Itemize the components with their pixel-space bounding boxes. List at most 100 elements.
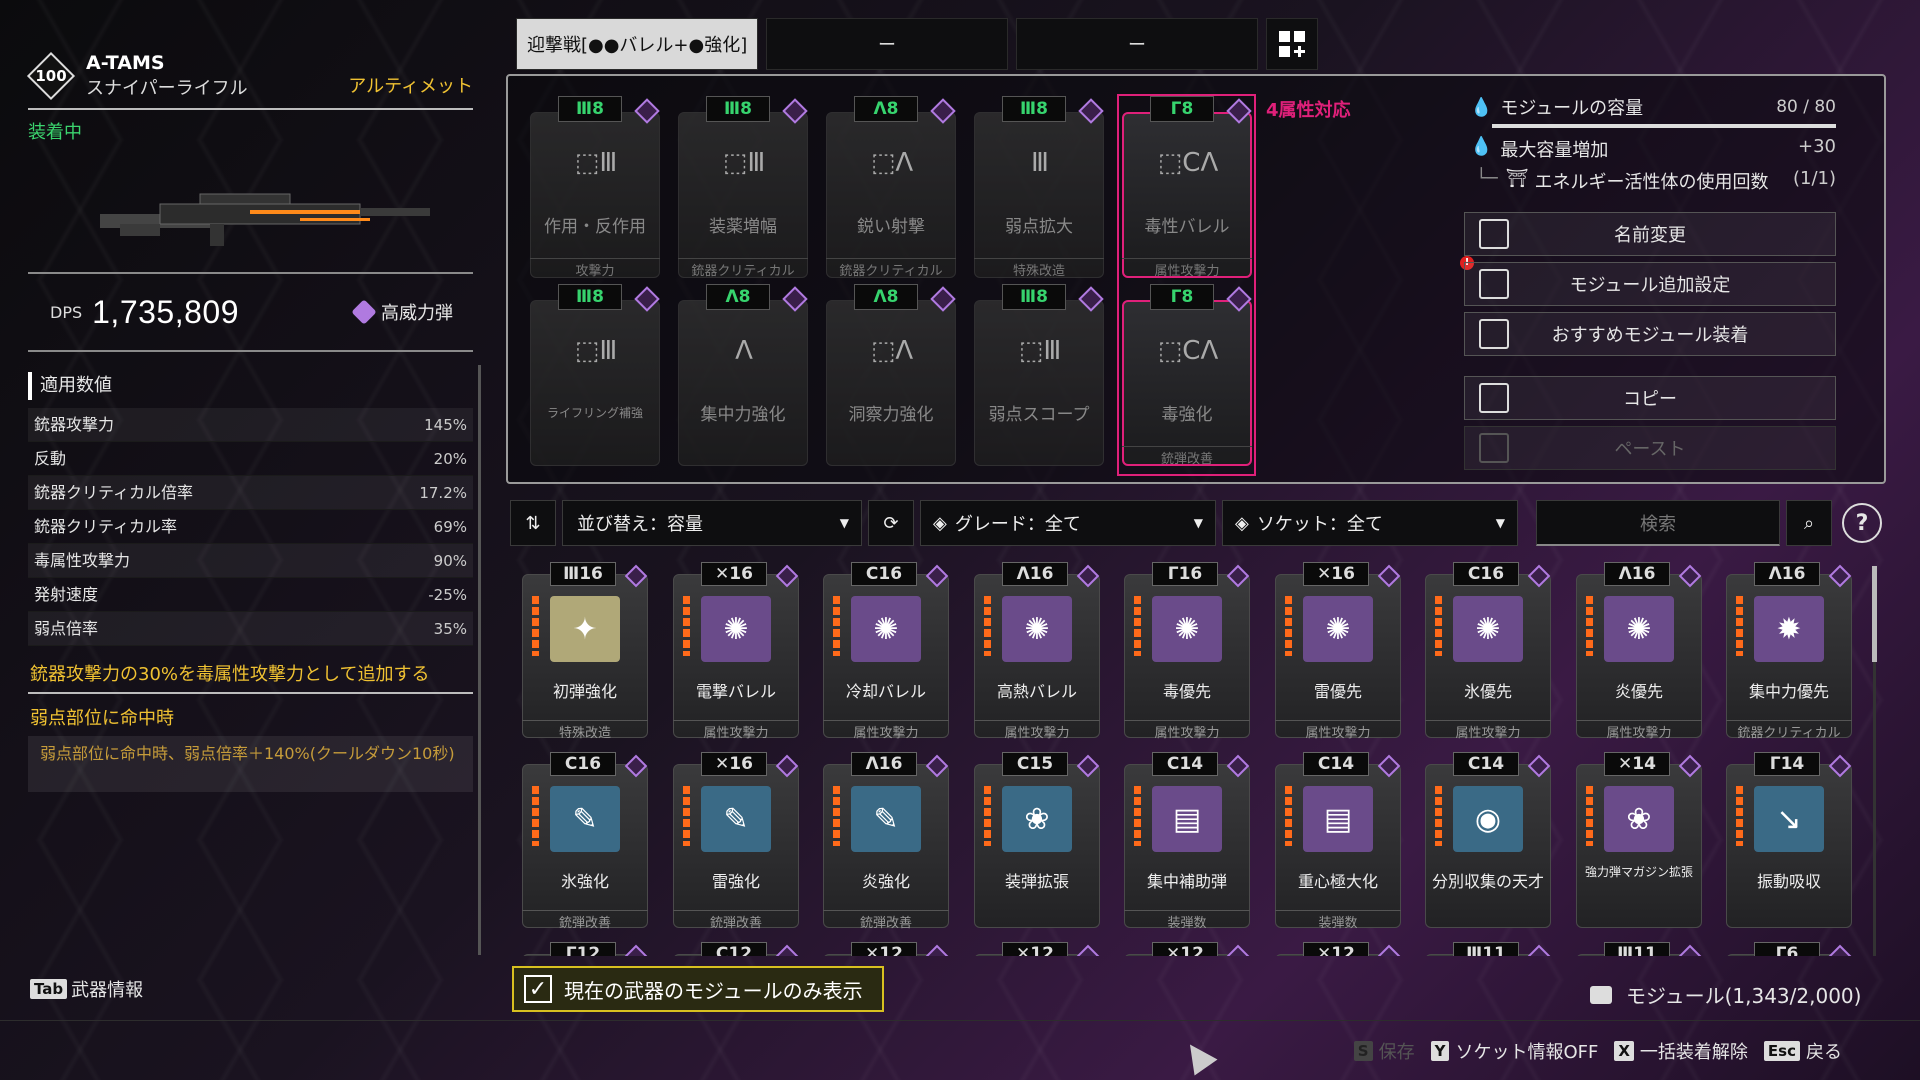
copy-icon: [1479, 383, 1509, 413]
equipped-module-slot[interactable]: Λ8 Λ 集中力強化: [674, 284, 814, 468]
capacity-title: モジュールの容量: [1500, 98, 1644, 119]
module-capacity: Γ16: [1152, 562, 1218, 586]
socket-symbol-icon: ⬚Ⅲ: [574, 148, 618, 178]
module-type: 装弾数: [1124, 910, 1250, 931]
inventory-module[interactable]: ✕12: [972, 940, 1102, 956]
inventory-scrollbar[interactable]: [1872, 566, 1877, 662]
equipped-module-slot[interactable]: Λ8 ⬚Λ 洞察力強化: [822, 284, 962, 468]
preset-tabs: 迎撃戦[●●バレル+●強化] ー ー: [516, 18, 1318, 70]
equipped-module-slot[interactable]: Λ8 ⬚Λ 鋭い射撃 銃器クリティカル: [822, 96, 962, 280]
socket-dropdown[interactable]: ◈ ソケット：全て ▼: [1222, 500, 1518, 546]
module-capacity: Γ14: [1754, 752, 1820, 776]
socket-info-hint[interactable]: Y ソケット情報OFF: [1430, 1038, 1598, 1064]
search-input[interactable]: 検索: [1536, 500, 1780, 546]
inventory-module[interactable]: ✕16 ✺ 電撃バレル 属性攻撃力: [671, 560, 801, 741]
back-hint[interactable]: Esc 戻る: [1763, 1038, 1842, 1064]
socket-diamond-icon: [1527, 944, 1551, 956]
stat-row: 銃器攻撃力 145%: [28, 408, 473, 442]
droplet-icon: 💧: [1470, 96, 1493, 118]
inventory-module[interactable]: C14 ▤ 重心極大化 装弾数: [1273, 750, 1403, 931]
inventory-module[interactable]: ✕12: [821, 940, 951, 956]
save-hint[interactable]: S 保存: [1353, 1038, 1415, 1064]
module-level-bar: [1736, 786, 1743, 846]
droplet-plus-icon: 💧: [1470, 136, 1493, 157]
inventory-module[interactable]: Ⅲ11: [1574, 940, 1704, 956]
inventory-module[interactable]: C14 ◉ 分別収集の天才: [1423, 750, 1553, 930]
module-type: 銃器クリティカル: [678, 258, 808, 279]
equipped-module-slot[interactable]: Ⅲ8 ⬚Ⅲ 弱点スコープ: [970, 284, 1110, 468]
paste-icon: [1479, 433, 1509, 463]
unequip-label: 一括装着解除: [1639, 1042, 1748, 1063]
recommend-button[interactable]: おすすめモジュール装着: [1464, 312, 1836, 356]
inventory-module[interactable]: ✕12: [1122, 940, 1252, 956]
weapon-rarity: アルティメット: [348, 76, 473, 97]
module-name: 毒優先: [1162, 682, 1211, 701]
module-card: [974, 300, 1104, 466]
grade-dropdown[interactable]: ◈ グレード：全て ▼: [920, 500, 1216, 546]
equipped-module-slot[interactable]: Ⅲ8 ⬚Ⅲ 作用・反作用 攻撃力: [526, 96, 666, 280]
inventory-module[interactable]: Λ16 ✹ 集中力優先 銃器クリティカル: [1724, 560, 1854, 741]
inventory-module[interactable]: Λ16 ✎ 炎強化 銃弾改善: [821, 750, 951, 931]
extra-settings-label: モジュール追加設定: [1569, 275, 1731, 296]
inventory-module[interactable]: ✕16 ✎ 雷強化 銃弾改善: [671, 750, 801, 931]
paste-button[interactable]: ペースト: [1464, 426, 1836, 470]
rename-button[interactable]: 名前変更: [1464, 212, 1836, 256]
capacity-value: 80 / 80: [1776, 97, 1836, 117]
module-level-bar: [683, 786, 690, 846]
inventory-module[interactable]: C12: [671, 940, 801, 956]
module-capacity: ✕16: [701, 752, 767, 776]
module-card: [974, 112, 1104, 278]
back-key: Esc: [1763, 1041, 1800, 1061]
inventory-module[interactable]: C15 ❀ 装弾拡張: [972, 750, 1102, 930]
inventory-module[interactable]: ✕12: [1273, 940, 1403, 956]
inventory-module[interactable]: C16 ✺ 冷却バレル 属性攻撃力: [821, 560, 951, 741]
unequip-all-hint[interactable]: X 一括装着解除: [1614, 1038, 1748, 1064]
inventory-module[interactable]: Γ14 ↘ 振動吸収: [1724, 750, 1854, 930]
equipped-module-slot[interactable]: Ⅲ8 ⬚Ⅲ ライフリング補強: [526, 284, 666, 468]
module-name: 炎強化: [861, 872, 910, 891]
preset-tab-1[interactable]: 迎撃戦[●●バレル+●強化]: [516, 18, 758, 70]
preset-tab-2[interactable]: ー: [766, 18, 1008, 70]
weapon-info-hint[interactable]: Tab 武器情報: [30, 976, 143, 1002]
search-button[interactable]: ⌕: [1786, 500, 1832, 546]
refresh-button[interactable]: ⟳: [868, 500, 914, 546]
inventory-module[interactable]: Γ12: [520, 940, 650, 956]
module-capacity: C12: [701, 942, 767, 956]
show-current-only-toggle[interactable]: ✓ 現在の武器のモジュールのみ表示: [512, 966, 884, 1012]
module-extra-settings-button[interactable]: モジュール追加設定: [1464, 262, 1836, 306]
stat-row: 反動 20%: [28, 442, 473, 476]
energy-icon: ⛩: [1505, 168, 1529, 189]
socket-key: Y: [1430, 1041, 1450, 1061]
stat-row: 毒属性攻撃力 90%: [28, 544, 473, 578]
preset-tab-3[interactable]: ー: [1016, 18, 1258, 70]
sort-dropdown[interactable]: 並び替え：容量 ▼: [562, 500, 862, 546]
inventory-module[interactable]: Λ16 ✺ 炎優先 属性攻撃力: [1574, 560, 1704, 741]
preset-add-button[interactable]: [1266, 18, 1318, 70]
inventory-module[interactable]: ✕16 ✺ 雷優先 属性攻撃力: [1273, 560, 1403, 741]
save-key: S: [1353, 1041, 1373, 1061]
inventory-module[interactable]: ✕14 ❀ 強力弾マガジン拡張: [1574, 750, 1704, 930]
module-level-bar: [1435, 786, 1442, 846]
inventory-module[interactable]: C14 ▤ 集中補助弾 装弾数: [1122, 750, 1252, 931]
weapon-effect-2: 弱点部位に命中時: [30, 708, 174, 729]
equipped-module-slot[interactable]: Ⅲ8 Ⅲ 弱点拡大 特殊改造: [970, 96, 1110, 280]
inventory-module[interactable]: Ⅲ16 ✦ 初弾強化 特殊改造: [520, 560, 650, 741]
module-name: 集中力強化: [700, 405, 786, 425]
inventory-module[interactable]: Γ16 ✺ 毒優先 属性攻撃力: [1122, 560, 1252, 741]
help-button[interactable]: ?: [1842, 503, 1882, 543]
inventory-module[interactable]: C16 ✺ 氷優先 属性攻撃力: [1423, 560, 1553, 741]
copy-button[interactable]: コピー: [1464, 376, 1836, 420]
stat-label: 反動: [34, 449, 67, 468]
left-scrollbar[interactable]: [478, 365, 481, 955]
sort-order-button[interactable]: ⇅: [510, 500, 556, 546]
stat-row: 発射速度 -25%: [28, 578, 473, 612]
inventory-module[interactable]: Γ6: [1724, 940, 1854, 956]
module-capacity: C14: [1453, 752, 1519, 776]
stat-label: 銃器クリティカル率: [34, 517, 178, 536]
weapon-type: スナイパーライフル: [86, 78, 248, 99]
inventory-module[interactable]: C16 ✎ 氷強化 銃弾改善: [520, 750, 650, 931]
chevron-down-icon: ▼: [1193, 516, 1203, 530]
inventory-module[interactable]: Λ16 ✺ 高熱バレル 属性攻撃力: [972, 560, 1102, 741]
inventory-module[interactable]: Ⅲ11: [1423, 940, 1553, 956]
equipped-module-slot[interactable]: Ⅲ8 ⬚Ⅲ 装薬増幅 銃器クリティカル: [674, 96, 814, 280]
